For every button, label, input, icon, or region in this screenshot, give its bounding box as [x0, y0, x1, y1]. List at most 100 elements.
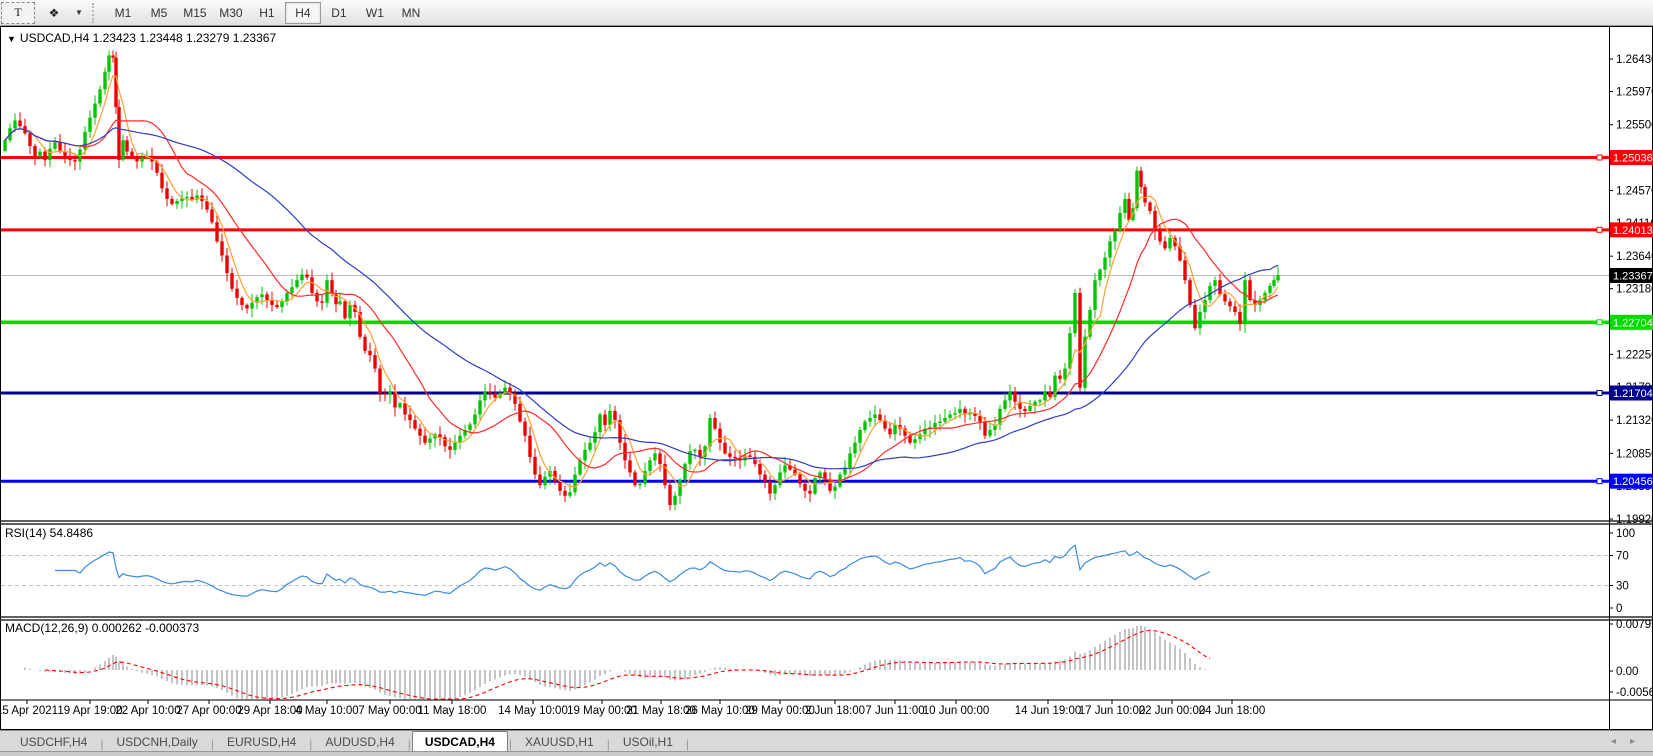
candle-body [618, 420, 621, 443]
symbol-dropdown-icon[interactable]: ▼ [7, 34, 16, 44]
symbol-tab-usdchf[interactable]: USDCHF,H4 [8, 733, 99, 751]
candle-body [1148, 202, 1151, 210]
price-axis-tick-label: 1.19920 [1616, 514, 1653, 526]
hline-price-badge: 1.25036 [1613, 153, 1653, 165]
hline-handle[interactable] [1597, 320, 1602, 325]
candle-body [608, 411, 611, 425]
candle-body [733, 457, 736, 458]
candle-body [170, 199, 173, 204]
candle-body [38, 152, 41, 157]
candle-body [1063, 369, 1066, 380]
candle-body [348, 305, 351, 318]
candle-body [245, 305, 248, 309]
candle-body [1268, 286, 1271, 293]
hline-price-badge: 1.24013 [1613, 225, 1653, 237]
candle-body [648, 460, 651, 471]
symbol-tab-xauusd[interactable]: XAUUSD,H1 [513, 733, 606, 751]
symbol-tab-usdcad[interactable]: USDCAD,H4 [412, 731, 508, 751]
hline-handle[interactable] [1597, 390, 1602, 395]
symbol-tab-audusd[interactable]: AUDUSD,H4 [313, 733, 406, 751]
candle-body [893, 425, 896, 434]
candle-body [1168, 238, 1171, 249]
candle-body [88, 118, 91, 132]
candle-body [888, 429, 891, 435]
candle-body [58, 142, 61, 151]
hline-handle[interactable] [1597, 155, 1602, 160]
price-axis-tick-label: 1.24570 [1616, 185, 1653, 197]
ma-fast-line [5, 76, 1278, 487]
candle-body [413, 420, 416, 428]
timeframe-button-m15[interactable]: M15 [177, 2, 213, 24]
candle-body [518, 404, 521, 422]
candle-body [478, 400, 481, 414]
candle-body [678, 479, 681, 495]
time-axis-label: 10 Jun 00:00 [923, 705, 990, 717]
time-axis-label: 27 Apr 00:00 [176, 705, 241, 717]
time-axis-label: 14 May 10:00 [498, 705, 568, 717]
candle-body [783, 465, 786, 472]
candle-body [468, 424, 471, 430]
arrows-tool-icon[interactable]: ❖ [37, 2, 71, 24]
hline-handle[interactable] [1597, 479, 1602, 484]
candle-body [818, 472, 821, 478]
candle-body [114, 58, 117, 107]
tab-scroll-right-icon[interactable]: ▸ [1630, 736, 1635, 747]
hline-price-badge-bg [1610, 315, 1653, 330]
timeframe-button-d1[interactable]: D1 [321, 2, 357, 24]
candle-body [398, 403, 401, 407]
candle-body [483, 392, 486, 400]
timeframe-button-h1[interactable]: H1 [249, 2, 285, 24]
timeframe-button-mn[interactable]: MN [393, 2, 429, 24]
candle-body [768, 482, 771, 494]
symbol-tab-usoil[interactable]: USOil,H1 [611, 733, 685, 751]
timeframe-button-m30[interactable]: M30 [213, 2, 249, 24]
hline-price-badge: 1.22704 [1613, 317, 1653, 329]
candle-body [913, 439, 916, 443]
timeframe-button-w1[interactable]: W1 [357, 2, 393, 24]
candle-body [578, 460, 581, 474]
candle-body [378, 369, 381, 394]
candle-body [953, 413, 956, 414]
symbol-tab-usdcnh[interactable]: USDCNH,Daily [104, 733, 209, 751]
time-axis-label: 17 Jun 10:00 [1079, 705, 1146, 717]
candle-body [973, 413, 976, 416]
candle-body [628, 460, 631, 472]
tab-scroll-left-icon[interactable]: ◂ [1611, 736, 1616, 747]
candle-body [473, 414, 476, 424]
candle-body [423, 436, 426, 443]
candle-body [883, 420, 886, 428]
candle-body [918, 434, 921, 439]
candle-body [443, 437, 446, 446]
timeframe-button-m1[interactable]: M1 [105, 2, 141, 24]
candle-body [338, 301, 341, 304]
hline-handle[interactable] [1597, 227, 1602, 232]
candle-body [1243, 280, 1246, 324]
candle-body [598, 414, 601, 432]
symbol-tab-eurusd[interactable]: EURUSD,H4 [215, 733, 308, 751]
candle-body [848, 453, 851, 467]
candle-body [220, 241, 223, 255]
candle-body [255, 297, 258, 303]
candle-body [1098, 270, 1101, 281]
ma-slow-line [5, 128, 1278, 469]
candle-body [878, 414, 881, 420]
candle-body [1093, 280, 1096, 310]
candle-body [673, 496, 676, 505]
time-axis-label: 7 Jun 11:00 [865, 705, 924, 717]
candle-body [235, 289, 238, 298]
timeframe-button-h4[interactable]: H4 [285, 2, 321, 24]
candle-body [205, 201, 208, 209]
candle-body [43, 152, 46, 160]
candle-body [553, 471, 556, 482]
chart-header-text: USDCAD,H4 1.23423 1.23448 1.23279 1.2336… [20, 31, 276, 45]
price-axis-tick-label: 1.25970 [1616, 87, 1653, 99]
timeframe-button-m5[interactable]: M5 [141, 2, 177, 24]
candle-body [573, 475, 576, 493]
candle-body [200, 195, 203, 201]
text-tool-button[interactable]: T [1, 2, 35, 24]
arrows-dropdown-caret-icon[interactable]: ▼ [75, 8, 83, 17]
hline-price-badge-bg [1610, 222, 1653, 237]
candle-body [363, 337, 366, 351]
candle-body [1218, 280, 1221, 294]
candle-body [1253, 300, 1256, 305]
